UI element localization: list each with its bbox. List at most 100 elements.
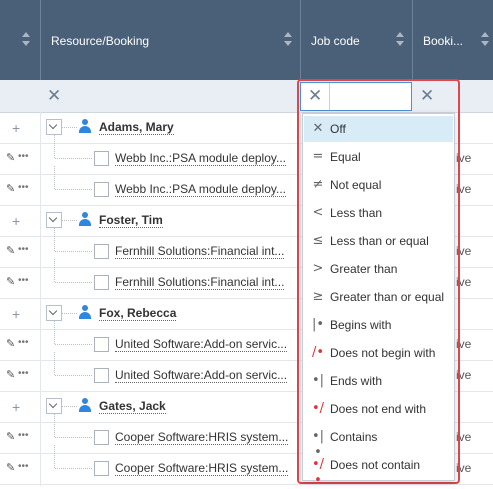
more-actions-icon[interactable]: ••• [18,368,29,379]
edit-icon[interactable]: ✎ [6,430,15,443]
booking-name[interactable]: Webb Inc.:PSA module deploy... [115,151,286,166]
operator-label: Begins with [330,318,392,332]
edit-icon[interactable]: ✎ [6,182,15,195]
operator-symbol-icon: |• [311,317,325,332]
sort-icon[interactable] [396,32,404,48]
header-booking-column[interactable]: Booki... [413,0,493,80]
header-jobcode-column[interactable]: Job code [301,0,413,80]
operator-label: Contains [330,430,378,444]
filter-operator-less-than-or-equal[interactable]: ≤ Less than or equal [304,228,453,254]
tree-connector [54,414,56,437]
tree-connector [54,259,56,282]
operator-label: Does not end with [330,402,427,416]
booking-name[interactable]: Cooper Software:HRIS system... [115,461,289,476]
clear-filter-resource-icon[interactable]: ✕ [47,86,61,106]
header-resource-column[interactable]: Resource/Booking [41,0,301,80]
edit-icon[interactable]: ✎ [6,368,15,381]
more-actions-icon[interactable]: ••• [18,182,29,193]
operator-symbol-icon: /• [311,345,325,360]
tree-connector [61,220,77,222]
edit-icon[interactable]: ✎ [6,151,15,164]
edit-icon[interactable]: ✎ [6,244,15,257]
person-icon [79,398,91,412]
add-booking-icon[interactable]: + [12,400,20,414]
resource-name[interactable]: Fox, Rebecca [99,306,177,321]
booking-checkbox[interactable] [94,275,109,290]
filter-operator-begins-with[interactable]: |• Begins with [304,312,453,338]
collapse-toggle-icon[interactable] [46,119,62,135]
filter-operator-ends-with[interactable]: •| Ends with [304,368,453,394]
collapse-toggle-icon[interactable] [46,398,62,414]
tree-connector [61,406,77,408]
operator-label: Does not contain [330,458,421,472]
filter-operator-greater-than[interactable]: > Greater than [304,256,453,282]
booking-name[interactable]: Webb Inc.:PSA module deploy... [115,182,286,197]
add-booking-icon[interactable]: + [12,307,20,321]
booking-name[interactable]: United Software:Add-on servic... [115,368,288,383]
booking-name[interactable]: United Software:Add-on servic... [115,337,288,352]
booking-name[interactable]: Fernhill Solutions:Financial int... [115,244,285,259]
edit-icon[interactable]: ✎ [6,275,15,288]
edit-icon[interactable]: ✎ [6,461,15,474]
filter-operator-greater-than-or-equal[interactable]: ≥ Greater than or equal [304,284,453,310]
tree-connector [55,282,92,284]
bookings-grid: Resource/Booking Job code Booki... ✕ ✕ +… [0,0,493,488]
more-actions-icon[interactable]: ••• [18,461,29,472]
booking-checkbox[interactable] [94,151,109,166]
filter-operator-less-than[interactable]: < Less than [304,200,453,226]
tree-connector [55,437,92,439]
add-booking-icon[interactable]: + [12,214,20,228]
operator-label: Less than [330,206,383,220]
grid-header: Resource/Booking Job code Booki... [0,0,493,80]
booking-checkbox[interactable] [94,461,109,476]
more-actions-icon[interactable]: ••• [18,337,29,348]
person-icon [79,119,91,133]
filter-operator-off-icon[interactable]: ✕ [308,86,322,106]
resource-name[interactable]: Foster, Tim [99,213,163,228]
tree-connector [55,375,92,377]
collapse-toggle-icon[interactable] [46,305,62,321]
filter-operator-equal[interactable]: = Equal [304,144,453,170]
tree-connector [54,228,56,251]
more-actions-icon[interactable]: ••• [18,430,29,441]
header-actions-column[interactable] [0,0,41,80]
booking-checkbox[interactable] [94,337,109,352]
collapse-toggle-icon[interactable] [46,212,62,228]
sort-icon[interactable] [481,32,489,48]
filter-operator-does-not-contain[interactable]: •/• Does not contain [304,452,453,488]
operator-label: Off [330,122,346,136]
tree-connector [54,445,56,468]
operator-symbol-icon: ≤ [312,233,324,248]
booking-checkbox[interactable] [94,244,109,259]
filter-operator-contains[interactable]: •|• Contains [304,424,453,460]
sort-icon[interactable] [284,32,292,48]
operator-symbol-icon: ≠ [312,177,324,192]
filter-operator-off[interactable]: ✕ Off [304,116,453,142]
operator-symbol-icon: < [312,205,324,220]
operator-label: Not equal [330,178,382,192]
tree-connector [54,166,56,189]
tree-connector [55,158,92,160]
booking-name[interactable]: Fernhill Solutions:Financial int... [115,275,285,290]
more-actions-icon[interactable]: ••• [18,275,29,286]
booking-checkbox[interactable] [94,368,109,383]
column-header-booking: Booki... [423,34,464,48]
filter-operator-not-equal[interactable]: ≠ Not equal [304,172,453,198]
edit-icon[interactable]: ✎ [6,337,15,350]
resource-name[interactable]: Gates, Jack [99,399,166,414]
filter-operator-does-not-end-with[interactable]: •/ Does not end with [304,396,453,422]
booking-checkbox[interactable] [94,182,109,197]
operator-label: Equal [330,150,361,164]
jobcode-filter-input[interactable] [329,83,411,110]
booking-name[interactable]: Cooper Software:HRIS system... [115,430,289,445]
more-actions-icon[interactable]: ••• [18,151,29,162]
add-booking-icon[interactable]: + [12,121,20,135]
operator-symbol-icon: ≥ [312,289,324,304]
booking-checkbox[interactable] [94,430,109,445]
column-header-resource: Resource/Booking [51,34,150,48]
filter-operator-does-not-begin-with[interactable]: /• Does not begin with [304,340,453,366]
sort-icon[interactable] [22,32,30,48]
more-actions-icon[interactable]: ••• [18,244,29,255]
filter-operator-menu: ✕ Off = Equal ≠ Not equal < Less than ≤ Less than… [302,113,455,488]
resource-name[interactable]: Adams, Mary [99,120,174,135]
